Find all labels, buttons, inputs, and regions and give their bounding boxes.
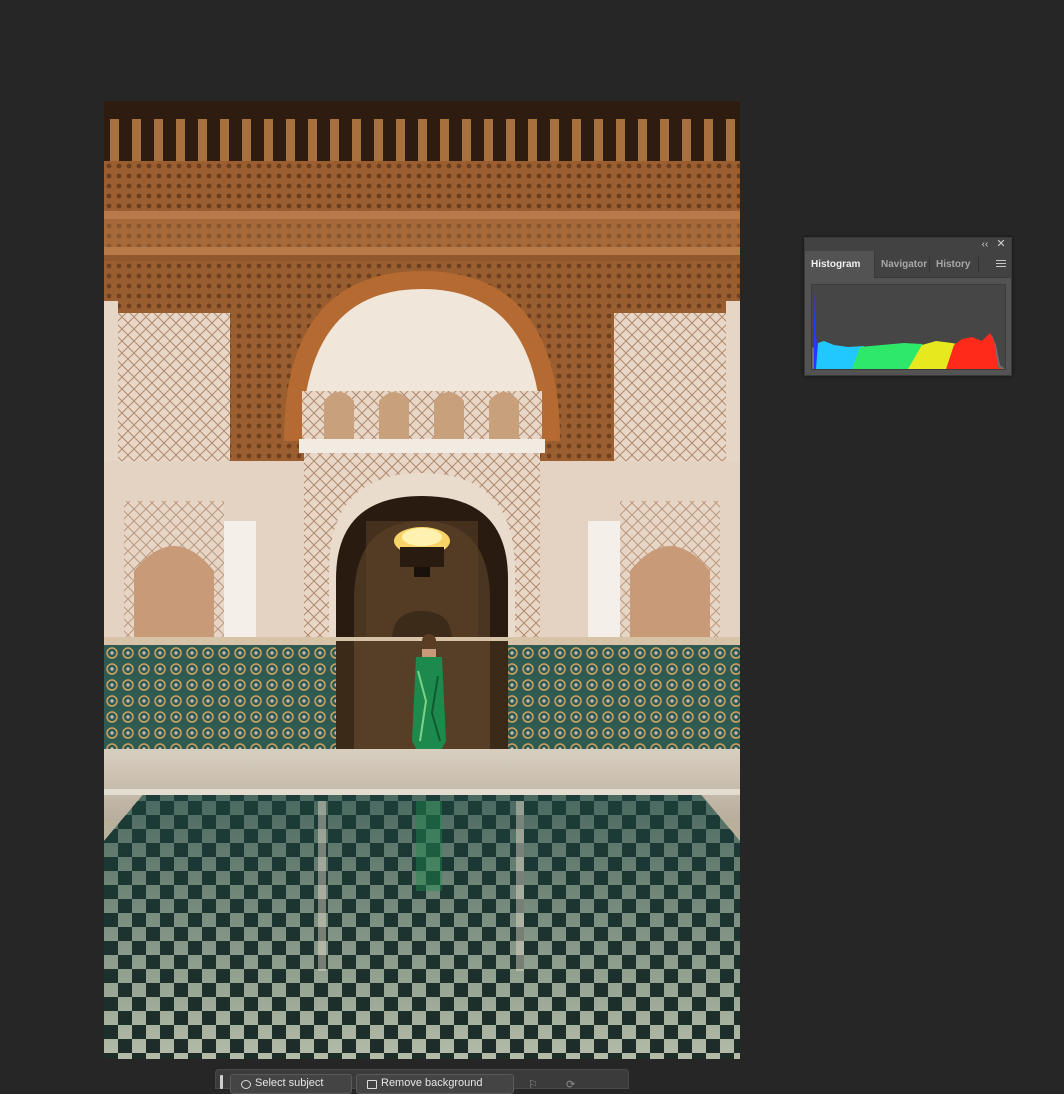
collapse-panel-icon[interactable]: ‹‹	[979, 238, 991, 251]
select-subject-icon	[241, 1080, 251, 1089]
tab-navigator[interactable]: Navigator	[875, 251, 929, 278]
histogram-panel[interactable]: ‹‹ ✕ Histogram Navigator History	[804, 237, 1012, 376]
close-panel-icon[interactable]: ✕	[995, 238, 1007, 251]
flag-icon[interactable]: ⚐	[528, 1079, 538, 1091]
tab-separator	[978, 257, 979, 272]
histogram-graph	[811, 284, 1006, 370]
select-subject-button[interactable]: Select subject	[230, 1074, 352, 1094]
histogram-chart	[812, 287, 1005, 369]
tab-history[interactable]: History	[930, 251, 978, 278]
taskbar-drag-handle[interactable]	[220, 1075, 223, 1089]
panel-title-bar[interactable]: ‹‹ ✕	[805, 238, 1011, 251]
refresh-icon[interactable]: ⟳	[566, 1079, 575, 1091]
remove-background-icon	[367, 1080, 377, 1089]
tab-histogram[interactable]: Histogram	[805, 251, 875, 278]
panel-tab-bar: Histogram Navigator History	[805, 251, 1011, 278]
histogram-red-channel	[946, 333, 1002, 369]
document-photo	[104, 101, 740, 1059]
canvas-area[interactable]: ‹‹ ✕ Histogram Navigator History Select …	[0, 0, 1064, 1094]
panel-menu-icon[interactable]	[995, 258, 1007, 270]
document-canvas[interactable]	[104, 101, 740, 1059]
remove-background-button[interactable]: Remove background	[356, 1074, 514, 1094]
remove-background-label: Remove background	[381, 1077, 483, 1089]
contextual-taskbar[interactable]: Select subject Remove background ⚐ ⟳	[215, 1069, 629, 1094]
select-subject-label: Select subject	[255, 1077, 324, 1089]
